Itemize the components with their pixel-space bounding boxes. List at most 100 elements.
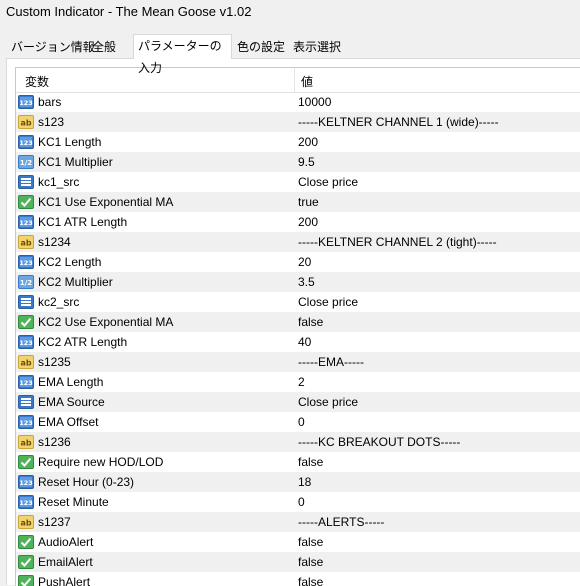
- string-icon: ab: [18, 114, 34, 130]
- parameter-value[interactable]: 40: [298, 335, 311, 349]
- parameter-value[interactable]: 20: [298, 255, 311, 269]
- parameter-row[interactable]: AudioAlert false: [16, 532, 580, 552]
- parameter-name: Reset Hour (0-23): [38, 475, 134, 489]
- parameter-value[interactable]: false: [298, 315, 323, 329]
- parameter-value[interactable]: 2: [298, 375, 305, 389]
- parameter-name: KC1 Use Exponential MA: [38, 195, 173, 209]
- parameter-row[interactable]: 123Reset Hour (0-23)18: [16, 472, 580, 492]
- parameter-name: s123: [38, 115, 64, 129]
- parameter-name: kc1_src: [38, 175, 79, 189]
- parameter-row[interactable]: 1/2KC1 Multiplier9.5: [16, 152, 580, 172]
- bool-icon: [18, 554, 34, 570]
- parameter-value[interactable]: 200: [298, 215, 318, 229]
- parameter-row[interactable]: KC1 Use Exponential MA true: [16, 192, 580, 212]
- parameters-grid: 変数 値 123bars10000 ab s123 -----KELTNER CHAN…: [15, 67, 580, 586]
- bool-icon: [18, 534, 34, 550]
- parameter-row[interactable]: 123 Reset Minute 0: [16, 492, 580, 512]
- svg-text:123: 123: [19, 499, 33, 507]
- parameter-name: KC2 Multiplier: [38, 275, 113, 289]
- parameter-row[interactable]: KC2 Use Exponential MAfalse: [16, 312, 580, 332]
- parameter-name: KC2 Length: [38, 255, 101, 269]
- svg-text:123: 123: [19, 339, 33, 347]
- parameter-name: AudioAlert: [38, 535, 93, 549]
- parameter-row[interactable]: kc2_srcClose price: [16, 292, 580, 312]
- bool-icon: [18, 314, 34, 330]
- parameter-value[interactable]: 10000: [298, 95, 331, 109]
- double-icon: 1/2: [18, 274, 34, 290]
- parameter-value[interactable]: 9.5: [298, 155, 315, 169]
- parameter-row[interactable]: abs1236-----KC BREAKOUT DOTS-----: [16, 432, 580, 452]
- parameter-row[interactable]: 1/2 KC2 Multiplier 3.5: [16, 272, 580, 292]
- parameter-row[interactable]: EmailAlertfalse: [16, 552, 580, 572]
- parameter-value[interactable]: 200: [298, 135, 318, 149]
- bool-icon: [18, 574, 34, 586]
- parameter-value[interactable]: 18: [298, 475, 311, 489]
- parameter-name: Reset Minute: [38, 495, 109, 509]
- int-icon: 123: [18, 334, 34, 350]
- parameter-name: EMA Offset: [38, 415, 98, 429]
- parameter-row[interactable]: PushAlertfalse: [16, 572, 580, 586]
- parameter-row[interactable]: abs1237-----ALERTS-----: [16, 512, 580, 532]
- tab-input-parameters[interactable]: パラメーターの入力: [133, 34, 232, 59]
- parameter-name: Require new HOD/LOD: [38, 455, 163, 469]
- tab-general[interactable]: 全般: [88, 36, 120, 58]
- parameter-row[interactable]: 123 EMA Offset 0: [16, 412, 580, 432]
- tab-colors[interactable]: 色の設定: [233, 36, 289, 58]
- window-title: Custom Indicator - The Mean Goose v1.02: [6, 4, 251, 19]
- column-divider[interactable]: [294, 68, 295, 92]
- parameter-value[interactable]: Close price: [298, 295, 358, 309]
- parameter-rows: 123bars10000 ab s123 -----KELTNER CHANNEL 1…: [16, 92, 580, 586]
- int-icon: 123: [18, 414, 34, 430]
- string-icon: ab: [18, 234, 34, 250]
- parameter-row[interactable]: 123KC1 Length200: [16, 132, 580, 152]
- int-icon: 123: [18, 134, 34, 150]
- parameter-row[interactable]: 123EMA Length2: [16, 372, 580, 392]
- parameter-value[interactable]: -----KELTNER CHANNEL 2 (tight)-----: [298, 235, 497, 249]
- string-icon: ab: [18, 514, 34, 530]
- title-bar: Custom Indicator - The Mean Goose v1.02: [0, 0, 580, 24]
- parameter-value[interactable]: 0: [298, 495, 305, 509]
- parameter-name: EMA Source: [38, 395, 105, 409]
- string-icon: ab: [18, 434, 34, 450]
- svg-text:ab: ab: [20, 119, 31, 128]
- tab-version-info[interactable]: バージョン情報: [7, 36, 99, 58]
- parameter-row[interactable]: 123KC2 ATR Length40: [16, 332, 580, 352]
- variable-column-header[interactable]: 変数: [25, 73, 49, 90]
- parameter-value[interactable]: false: [298, 555, 323, 569]
- svg-text:ab: ab: [20, 439, 31, 448]
- parameter-row[interactable]: Require new HOD/LOD false: [16, 452, 580, 472]
- svg-text:ab: ab: [20, 239, 31, 248]
- double-icon: 1/2: [18, 154, 34, 170]
- tab-bar: バージョン情報 全般 パラメーターの入力 色の設定 表示選択: [0, 34, 580, 58]
- parameter-value[interactable]: -----EMA-----: [298, 355, 364, 369]
- parameter-value[interactable]: Close price: [298, 395, 358, 409]
- parameter-value[interactable]: false: [298, 455, 323, 469]
- parameter-value[interactable]: false: [298, 575, 323, 586]
- int-icon: 123: [18, 94, 34, 110]
- parameter-value[interactable]: false: [298, 535, 323, 549]
- bool-icon: [18, 194, 34, 210]
- parameter-row[interactable]: EMA Source Close price: [16, 392, 580, 412]
- parameter-value[interactable]: 0: [298, 415, 305, 429]
- parameter-row[interactable]: 123KC1 ATR Length200: [16, 212, 580, 232]
- parameter-row[interactable]: 123KC2 Length20: [16, 252, 580, 272]
- parameter-row[interactable]: ab s123 -----KELTNER CHANNEL 1 (wide)-----: [16, 112, 580, 132]
- svg-text:123: 123: [19, 219, 33, 227]
- parameter-value[interactable]: -----KELTNER CHANNEL 1 (wide)-----: [298, 115, 499, 129]
- value-column-header[interactable]: 値: [301, 73, 313, 90]
- parameter-row[interactable]: 123bars10000: [16, 92, 580, 112]
- parameter-row[interactable]: kc1_src Close price: [16, 172, 580, 192]
- svg-text:123: 123: [19, 379, 33, 387]
- bool-icon: [18, 454, 34, 470]
- svg-text:123: 123: [19, 419, 33, 427]
- int-icon: 123: [18, 494, 34, 510]
- parameter-row[interactable]: abs1235-----EMA-----: [16, 352, 580, 372]
- string-icon: ab: [18, 354, 34, 370]
- parameter-value[interactable]: 3.5: [298, 275, 315, 289]
- parameter-value[interactable]: Close price: [298, 175, 358, 189]
- parameter-row[interactable]: abs1234-----KELTNER CHANNEL 2 (tight)---…: [16, 232, 580, 252]
- parameter-value[interactable]: true: [298, 195, 319, 209]
- parameter-value[interactable]: -----KC BREAKOUT DOTS-----: [298, 435, 460, 449]
- tab-visualization[interactable]: 表示選択: [289, 36, 345, 58]
- parameter-value[interactable]: -----ALERTS-----: [298, 515, 384, 529]
